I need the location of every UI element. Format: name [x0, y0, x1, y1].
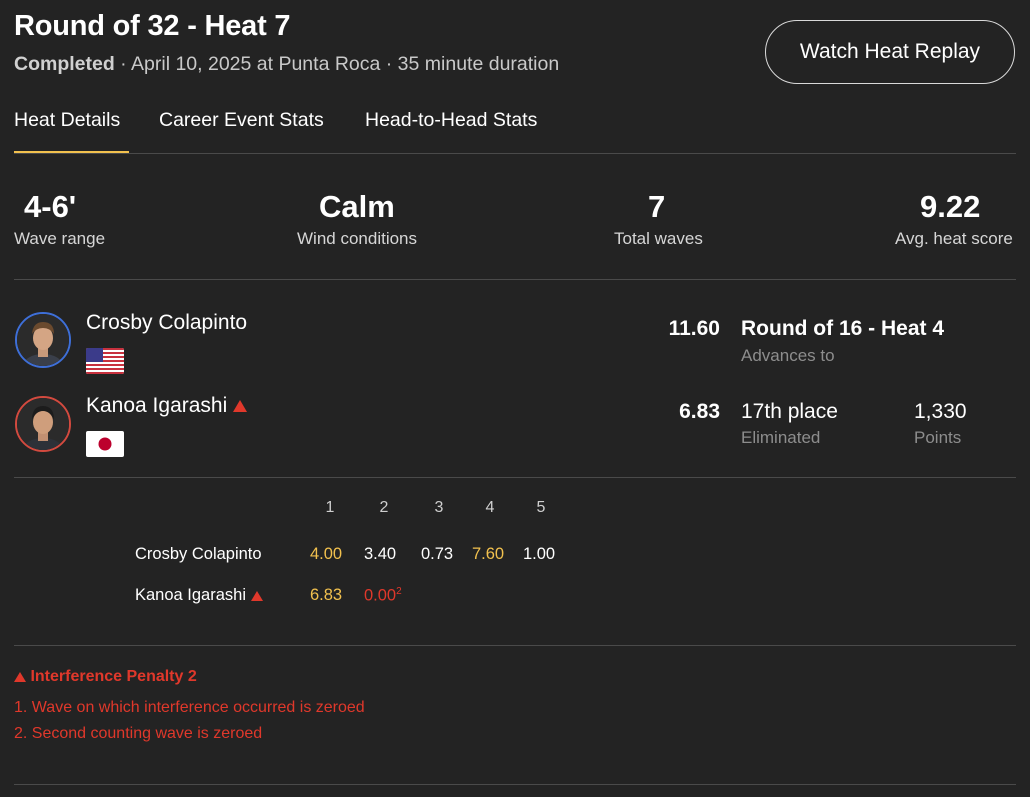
wave-score-colapinto-4[interactable]: 7.60 — [472, 545, 504, 564]
avg-heat-score-value: 9.22 — [920, 189, 981, 224]
surfers-divider — [14, 477, 1016, 478]
wave-header-4: 4 — [485, 499, 495, 516]
warning-triangle-icon — [14, 671, 26, 682]
warning-triangle-icon — [233, 400, 248, 413]
page-title: Round of 32 - Heat 7 — [14, 10, 291, 42]
wave-score-colapinto-1[interactable]: 4.00 — [310, 545, 342, 564]
surfer-avatar-colapinto[interactable] — [15, 312, 71, 368]
tab-head-to-head-stats[interactable]: Head-to-Head Stats — [365, 109, 537, 132]
avatar-photo-icon — [17, 314, 69, 366]
tabs-divider — [14, 153, 1016, 154]
japan-flag-icon — [86, 431, 124, 457]
wave-score-igarashi-1[interactable]: 6.83 — [310, 586, 342, 605]
surfer-name-igarashi-text: Kanoa Igarashi — [86, 394, 228, 417]
result-igarashi: 17th place — [741, 400, 838, 423]
wave-range-label: Wave range — [14, 229, 106, 248]
tab-career-event-stats[interactable]: Career Event Stats — [159, 109, 324, 132]
wave-score-igarashi-2[interactable]: 0.002 — [364, 586, 402, 606]
wave-row-name-igarashi: Kanoa Igarashi — [135, 586, 263, 605]
wind-conditions-label: Wind conditions — [297, 229, 418, 248]
wind-conditions-value: Calm — [319, 189, 395, 224]
penalty-rule-2: 2. Second counting wave is zeroed — [14, 725, 263, 742]
wave-score-igarashi-2-value: 0.00 — [364, 586, 397, 605]
watch-heat-replay-button[interactable]: Watch Heat Replay — [765, 20, 1015, 84]
total-waves-value: 7 — [648, 189, 666, 224]
wave-header-1: 1 — [325, 499, 335, 516]
result-sub-igarashi: Eliminated — [741, 428, 821, 447]
surfer-avatar-igarashi[interactable] — [15, 396, 71, 452]
penalty-rule-1: 1. Wave on which interference occurred i… — [14, 699, 365, 716]
surfer-name-colapinto[interactable]: Crosby Colapinto — [86, 311, 247, 335]
stats-divider — [14, 279, 1016, 280]
heat-subtitle: Completed · April 10, 2025 at Punta Roca… — [14, 53, 559, 76]
wave-table-divider — [14, 645, 1016, 646]
wave-row-name-igarashi-text: Kanoa Igarashi — [135, 586, 246, 604]
wave-row-name-colapinto: Crosby Colapinto — [135, 545, 262, 563]
heat-score-igarashi: 6.83 — [679, 400, 720, 423]
wave-range-value: 4-6' — [24, 189, 77, 224]
usa-flag-icon — [86, 348, 124, 374]
surfer-name-igarashi[interactable]: Kanoa Igarashi — [86, 394, 248, 418]
heat-status: Completed — [14, 53, 115, 75]
wave-header-3: 3 — [434, 499, 444, 516]
wave-score-colapinto-2[interactable]: 3.40 — [364, 545, 396, 564]
points-label-igarashi: Points — [914, 428, 962, 447]
heat-details: · April 10, 2025 at Punta Roca · 35 minu… — [114, 53, 560, 75]
penalty-title: Interference Penalty 2 — [14, 668, 197, 686]
penalty-mark: 2 — [396, 586, 402, 597]
avatar-photo-icon — [17, 398, 69, 450]
wave-header-5: 5 — [536, 499, 546, 516]
avg-heat-score-label: Avg. heat score — [895, 229, 1013, 248]
result-sub-colapinto: Advances to — [741, 346, 835, 365]
points-value-igarashi: 1,330 — [914, 400, 967, 423]
footer-divider — [14, 784, 1016, 785]
total-waves-label: Total waves — [614, 229, 703, 248]
tab-heat-details[interactable]: Heat Details — [14, 109, 120, 132]
wave-score-colapinto-5[interactable]: 1.00 — [523, 545, 555, 564]
wave-score-colapinto-3[interactable]: 0.73 — [421, 545, 453, 564]
heat-score-colapinto: 11.60 — [668, 317, 720, 340]
penalty-title-text: Interference Penalty 2 — [30, 668, 197, 685]
warning-triangle-icon — [250, 590, 263, 601]
result-colapinto[interactable]: Round of 16 - Heat 4 — [741, 317, 944, 341]
wave-header-2: 2 — [379, 499, 389, 516]
